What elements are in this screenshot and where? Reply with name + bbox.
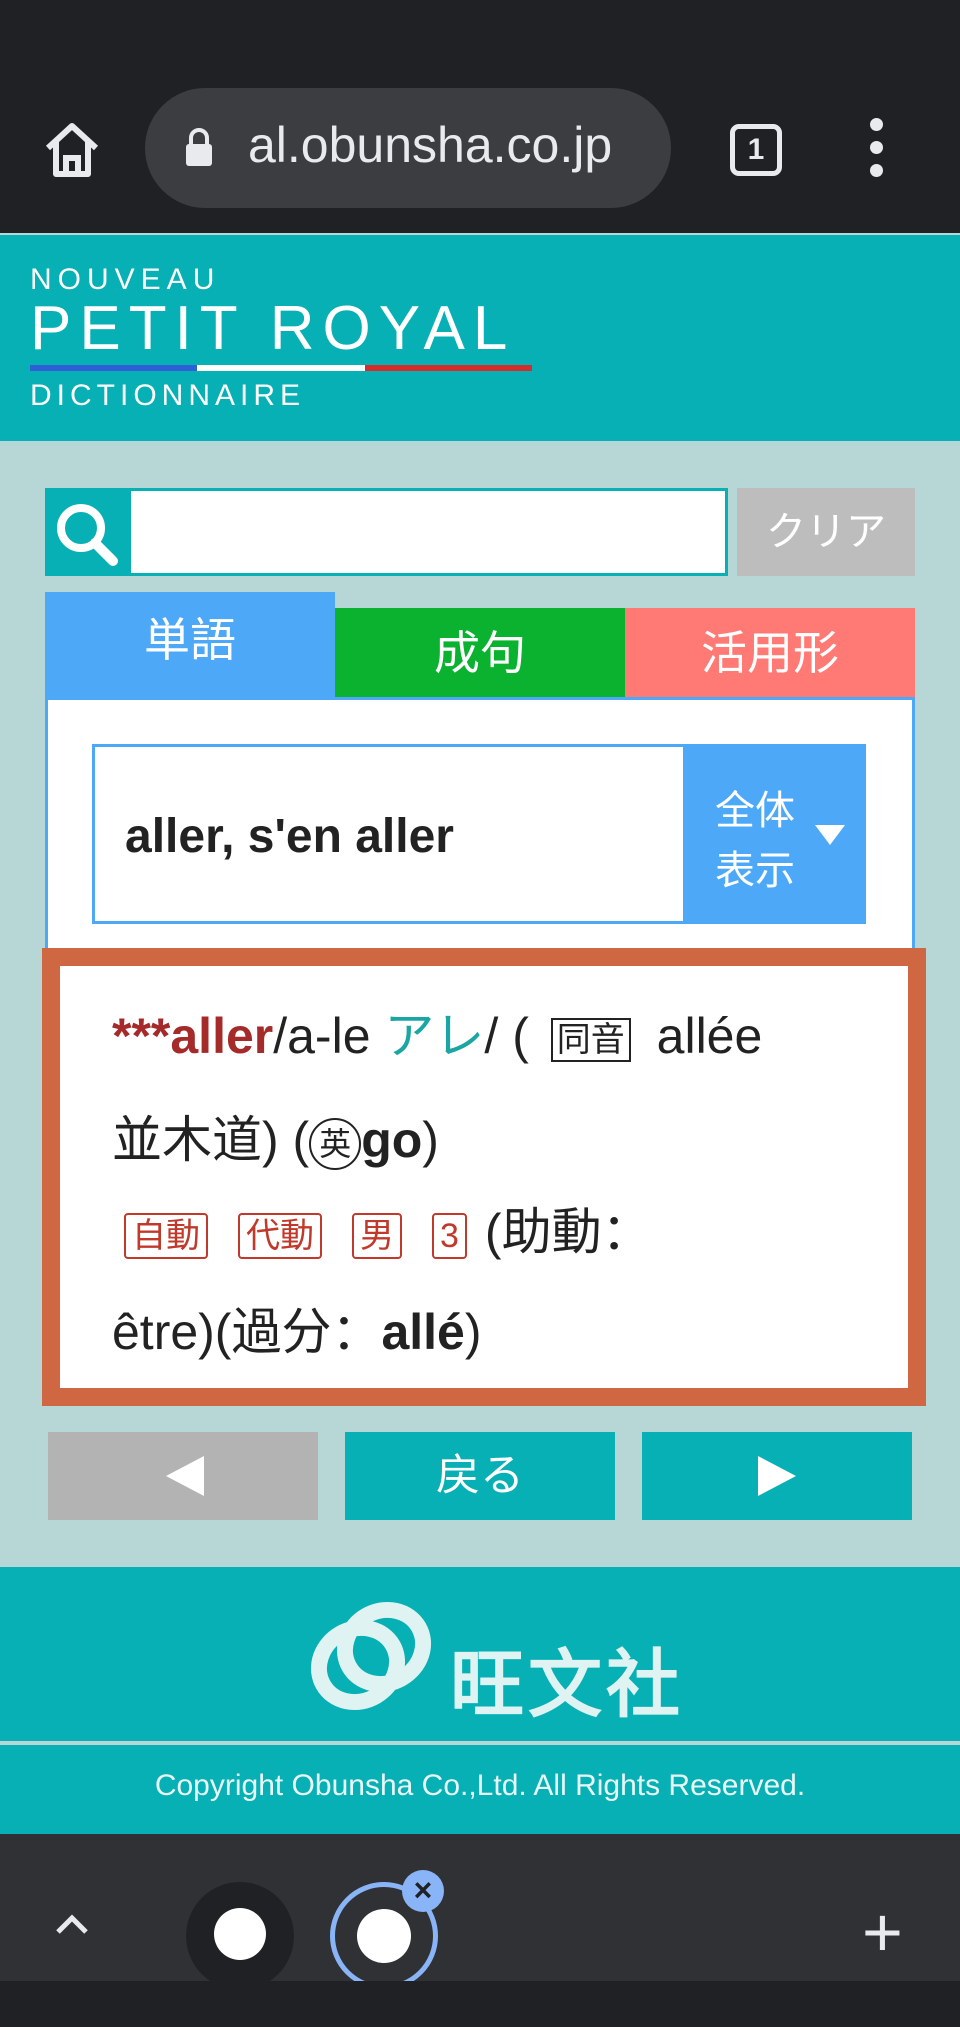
- entry-line-3: 自動 代動男 3 (助動：: [112, 1192, 652, 1264]
- entry-kana: アレ: [384, 1008, 485, 1064]
- publisher-name: 旺文社: [450, 1643, 684, 1726]
- previous-entry-button[interactable]: [48, 1432, 318, 1520]
- past-participle: allé: [381, 1304, 465, 1360]
- home-icon[interactable]: [40, 118, 104, 182]
- clear-button[interactable]: クリア: [737, 488, 915, 576]
- back-button[interactable]: 戻る: [345, 1432, 615, 1520]
- selected-result: aller, s'en aller: [125, 810, 454, 863]
- browser-toolbar: al.obunsha.co.jp 1: [0, 0, 960, 233]
- result-selector[interactable]: aller, s'en aller 全体 表示: [92, 744, 866, 924]
- logo-tricolor-bar: [30, 365, 532, 371]
- entry-end-paren: ): [464, 1304, 482, 1360]
- chevron-up-icon[interactable]: [52, 1904, 92, 1944]
- site-header: NOUVEAU PETIT ROYAL DICTIONNAIRE: [0, 235, 960, 441]
- copyright-text: Copyright Obunsha Co.,Ltd. All Rights Re…: [154, 1769, 806, 1802]
- more-menu-icon[interactable]: [860, 118, 892, 182]
- search-button[interactable]: [45, 488, 129, 576]
- show-all-label-1: 全体: [715, 789, 795, 833]
- url-text: al.obunsha.co.jp: [248, 117, 613, 173]
- dictionary-logo[interactable]: NOUVEAU PETIT ROYAL DICTIONNAIRE: [30, 263, 532, 413]
- site-footer: 旺文社 Copyright Obunsha Co.,Ltd. All Right…: [0, 1567, 960, 1834]
- english-equivalent: go: [361, 1112, 423, 1168]
- pos-tag-pronominal: 代動: [238, 1212, 322, 1259]
- auxiliary-value: être)(過分：: [112, 1304, 382, 1360]
- system-nav-bar: [0, 1981, 960, 2027]
- logo-line-3: DICTIONNAIRE: [30, 379, 306, 412]
- tab-phrase[interactable]: 成句: [335, 608, 625, 698]
- entry-line-1: ***aller/a-le アレ/ ( 同音 allée: [112, 996, 762, 1068]
- dropdown-arrow-icon: [815, 825, 845, 845]
- homophone-word: allée: [656, 1008, 763, 1064]
- address-bar[interactable]: al.obunsha.co.jp: [145, 88, 671, 208]
- auxiliary-label: (助動：: [484, 1204, 652, 1260]
- search-input[interactable]: [128, 488, 728, 576]
- lock-icon: [186, 128, 212, 166]
- tab-conjugation[interactable]: 活用形: [625, 608, 915, 698]
- entry-pronunciation: /a-le: [273, 1008, 385, 1064]
- pos-tag-group: 3: [432, 1212, 467, 1259]
- logo-line-1: NOUVEAU: [30, 263, 221, 296]
- entry-stars: ***: [112, 1008, 171, 1064]
- obunsha-mark-icon: [310, 1601, 432, 1711]
- entry-close-paren: ): [422, 1112, 439, 1168]
- globe-icon: [357, 1909, 411, 1963]
- show-all-dropdown[interactable]: 全体 表示: [683, 747, 863, 921]
- new-tab-icon[interactable]: +: [862, 1892, 903, 1972]
- search-icon: [57, 504, 118, 566]
- obunsha-favicon-icon: [214, 1908, 266, 1960]
- english-tag: 英: [309, 1117, 362, 1170]
- next-entry-button[interactable]: [642, 1432, 912, 1520]
- logo-line-2: PETIT ROYAL: [30, 294, 516, 363]
- tab-switcher-button[interactable]: 1: [730, 124, 782, 176]
- tab-thumbnail-obunsha[interactable]: [186, 1882, 294, 1990]
- arrow-right-icon: [758, 1456, 796, 1496]
- close-tab-icon[interactable]: ×: [402, 1870, 444, 1912]
- dictionary-entry: ***aller/a-le アレ/ ( 同音 allée 並木道) (英 go) …: [42, 948, 926, 1406]
- pos-tag-masculine: 男: [352, 1212, 402, 1259]
- tab-word[interactable]: 単語: [45, 592, 335, 698]
- homophone-tag: 同音: [550, 1017, 631, 1062]
- entry-line-4: être)(過分：allé): [112, 1292, 482, 1364]
- entry-pron-end: / (: [484, 1008, 529, 1064]
- homophone-gloss: 並木道) (: [112, 1112, 310, 1168]
- footer-divider: [0, 1741, 960, 1745]
- pos-tag-intransitive: 自動: [124, 1212, 208, 1259]
- entry-line-2: 並木道) (英 go): [112, 1100, 439, 1172]
- show-all-label-2: 表示: [715, 849, 795, 893]
- entry-headword: aller: [170, 1008, 274, 1064]
- arrow-left-icon: [166, 1456, 204, 1496]
